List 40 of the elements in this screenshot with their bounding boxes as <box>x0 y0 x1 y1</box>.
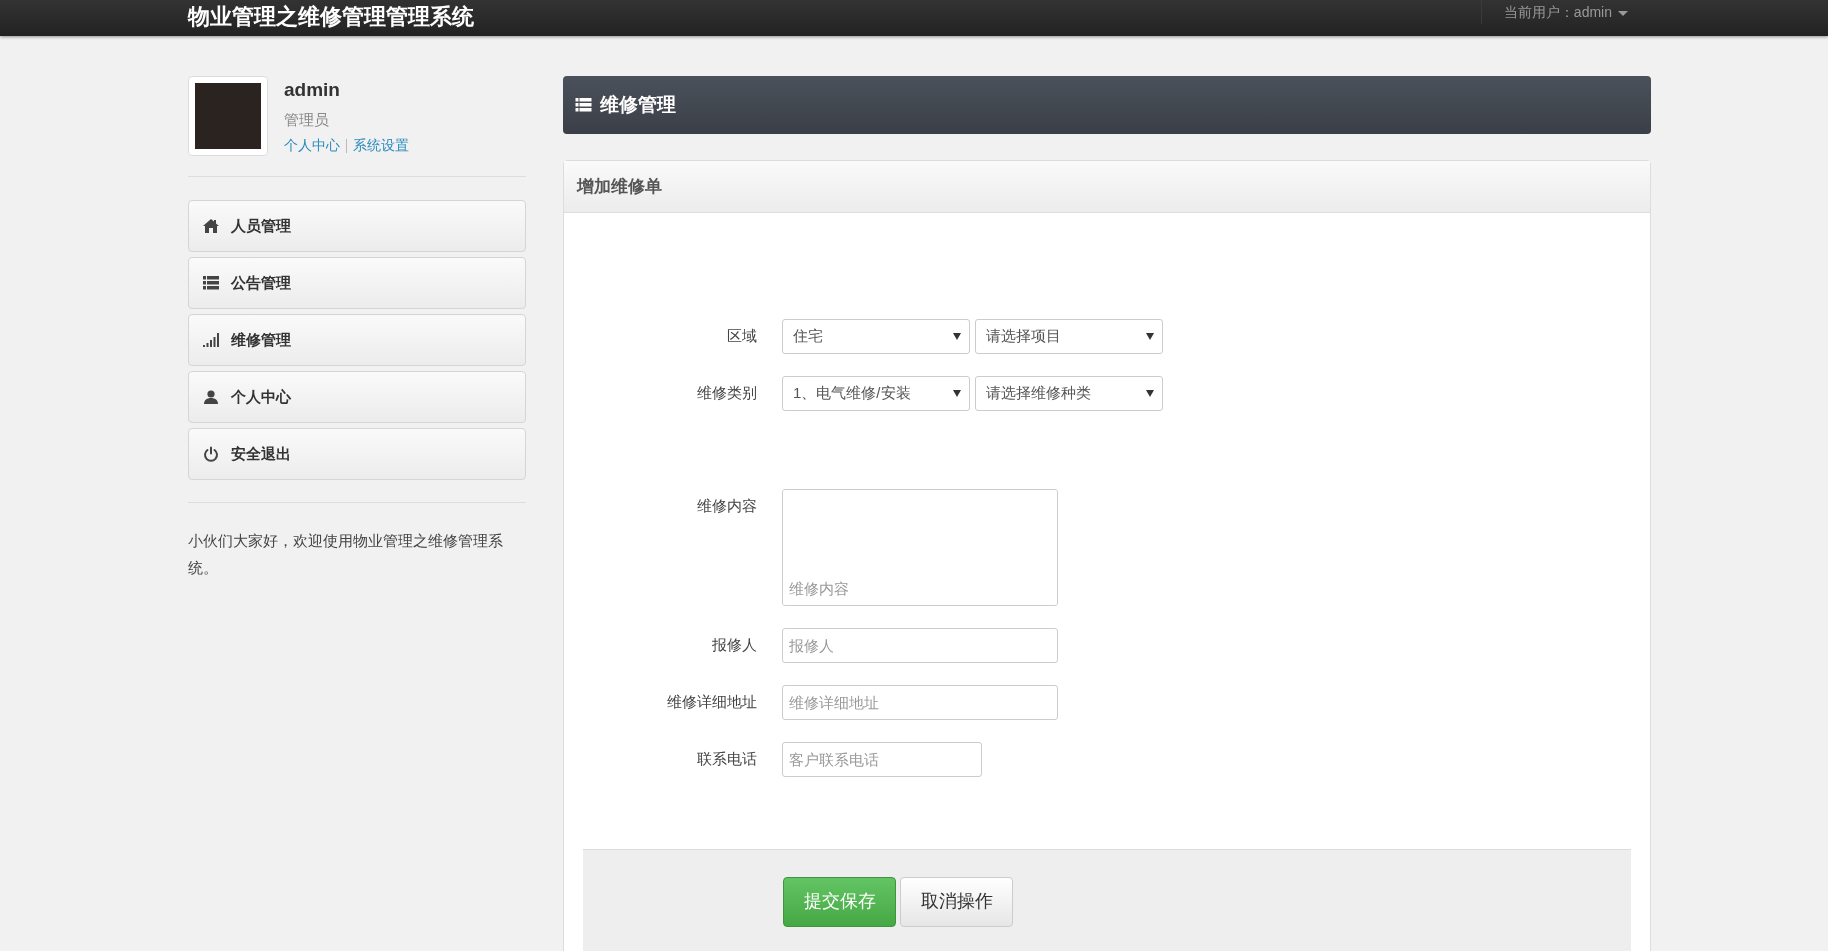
input-field[interactable]: 客户联系电话 <box>782 742 982 777</box>
text-area[interactable]: 维修内容 <box>782 489 1058 606</box>
field-label: 区域 <box>726 326 758 346</box>
field-label: 联系电话 <box>696 749 758 769</box>
person-icon <box>203 390 219 404</box>
user-name: admin <box>284 78 341 102</box>
sidebar-menu-item[interactable]: 个人中心 <box>188 371 526 423</box>
user-role: 管理员 <box>284 109 330 130</box>
input-field[interactable]: 报修人 <box>782 628 1058 663</box>
caret-icon <box>1618 10 1628 16</box>
page-header-title: 维修管理 <box>600 92 676 117</box>
field-label: 维修类别 <box>696 383 758 403</box>
sidebar-menu-item[interactable]: 维修管理 <box>188 314 526 366</box>
list-icon <box>203 276 219 290</box>
field-label: 维修详细地址 <box>666 692 758 712</box>
cancel-button[interactable]: 取消操作 <box>900 876 1013 927</box>
dropdown-arrow-icon <box>953 333 961 340</box>
field-label: 维修内容 <box>696 496 758 516</box>
select-dropdown[interactable]: 住宅 <box>782 319 970 354</box>
sidebar-menu-item[interactable]: 人员管理 <box>188 200 526 252</box>
select-dropdown[interactable]: 请选择项目 <box>975 319 1163 354</box>
power-icon <box>203 446 219 462</box>
input-field[interactable]: 维修详细地址 <box>782 685 1058 720</box>
photo-placeholder <box>195 83 261 149</box>
signal-bars-icon <box>203 333 219 347</box>
field-label: 报修人 <box>711 635 758 655</box>
user-dropdown[interactable]: 当前用户：admin <box>1480 0 1628 24</box>
sidebar-menu-item[interactable]: 公告管理 <box>188 257 526 309</box>
profile-link[interactable]: 系统设置 <box>353 135 409 156</box>
dropdown-arrow-icon <box>953 390 961 397</box>
home-icon <box>203 219 219 233</box>
dropdown-arrow-icon <box>1146 333 1154 340</box>
app-title: 物业管理之维修管理管理系统 <box>188 4 474 30</box>
select-dropdown[interactable]: 1、电气维修/安装 <box>782 376 970 411</box>
welcome-text: 小伙们大家好，欢迎使用物业管理之维修管理系统。 <box>188 531 504 578</box>
sidebar-menu-item[interactable]: 安全退出 <box>188 428 526 480</box>
select-dropdown[interactable]: 请选择维修种类 <box>975 376 1163 411</box>
list-icon <box>575 98 592 112</box>
dropdown-arrow-icon <box>1146 390 1154 397</box>
panel-title: 增加维修单 <box>564 161 1650 213</box>
